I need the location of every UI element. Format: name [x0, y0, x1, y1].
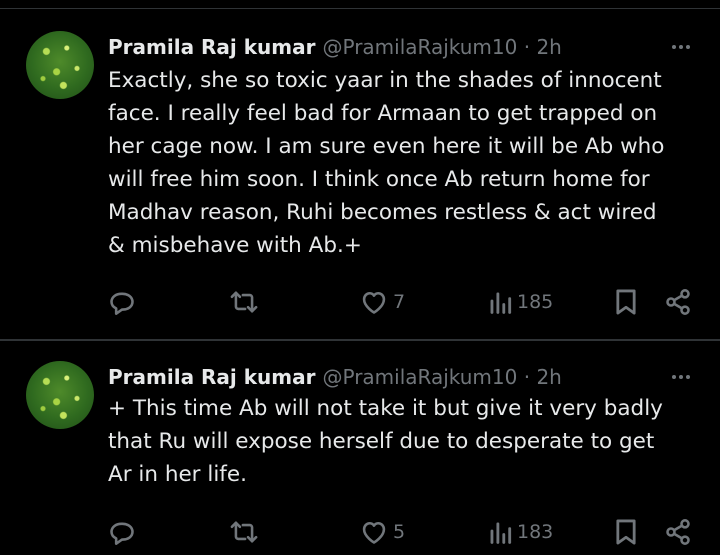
bookmark-icon	[616, 519, 636, 545]
like-button[interactable]: 7	[360, 287, 405, 317]
retweet-button[interactable]	[229, 287, 259, 317]
more-options-icon[interactable]	[672, 32, 690, 62]
author-name[interactable]: Pramila Raj kumar	[108, 35, 315, 59]
like-count: 5	[393, 521, 406, 543]
tweet-text: + This time Ab will not take it but give…	[108, 396, 663, 487]
share-button[interactable]	[664, 287, 692, 317]
avatar[interactable]	[26, 361, 94, 429]
reply-icon	[110, 292, 134, 315]
reply-button[interactable]	[108, 517, 136, 547]
author-handle-time[interactable]: @PramilaRajkum10 · 2h	[322, 365, 561, 389]
share-icon	[666, 289, 690, 315]
tweet[interactable]: Pramila Raj kumar @PramilaRajkum10 · 2h …	[0, 341, 720, 555]
view-count: 185	[517, 291, 554, 313]
views-button[interactable]: 183	[488, 517, 553, 547]
tweet-header: Pramila Raj kumar @PramilaRajkum10 · 2h	[108, 32, 690, 62]
tweet[interactable]: Pramila Raj kumar @PramilaRajkum10 · 2h …	[0, 9, 720, 339]
share-button[interactable]	[664, 517, 692, 547]
tweet-actions: 5 183	[0, 517, 720, 547]
heart-icon	[362, 521, 386, 544]
avatar[interactable]	[26, 31, 94, 99]
views-icon	[490, 522, 512, 544]
bookmark-button[interactable]	[614, 517, 638, 547]
like-button[interactable]: 5	[360, 517, 405, 547]
reply-button[interactable]	[108, 287, 136, 317]
heart-icon	[362, 291, 386, 314]
tweet-text: Exactly, she so toxic yaar in the shades…	[108, 68, 665, 258]
more-options-icon[interactable]	[672, 362, 690, 392]
reply-icon	[110, 522, 134, 545]
view-count: 183	[517, 521, 554, 543]
tweet-header: Pramila Raj kumar @PramilaRajkum10 · 2h	[108, 362, 690, 392]
bookmark-icon	[616, 289, 636, 315]
views-icon	[490, 292, 512, 314]
retweet-icon	[230, 521, 258, 543]
author-name[interactable]: Pramila Raj kumar	[108, 365, 315, 389]
share-icon	[666, 519, 690, 545]
tweet-actions: 7 185	[0, 287, 720, 317]
retweet-button[interactable]	[229, 517, 259, 547]
like-count: 7	[393, 291, 406, 313]
views-button[interactable]: 185	[488, 287, 553, 317]
author-handle-time[interactable]: @PramilaRajkum10 · 2h	[322, 35, 561, 59]
retweet-icon	[230, 291, 258, 313]
bookmark-button[interactable]	[614, 287, 638, 317]
